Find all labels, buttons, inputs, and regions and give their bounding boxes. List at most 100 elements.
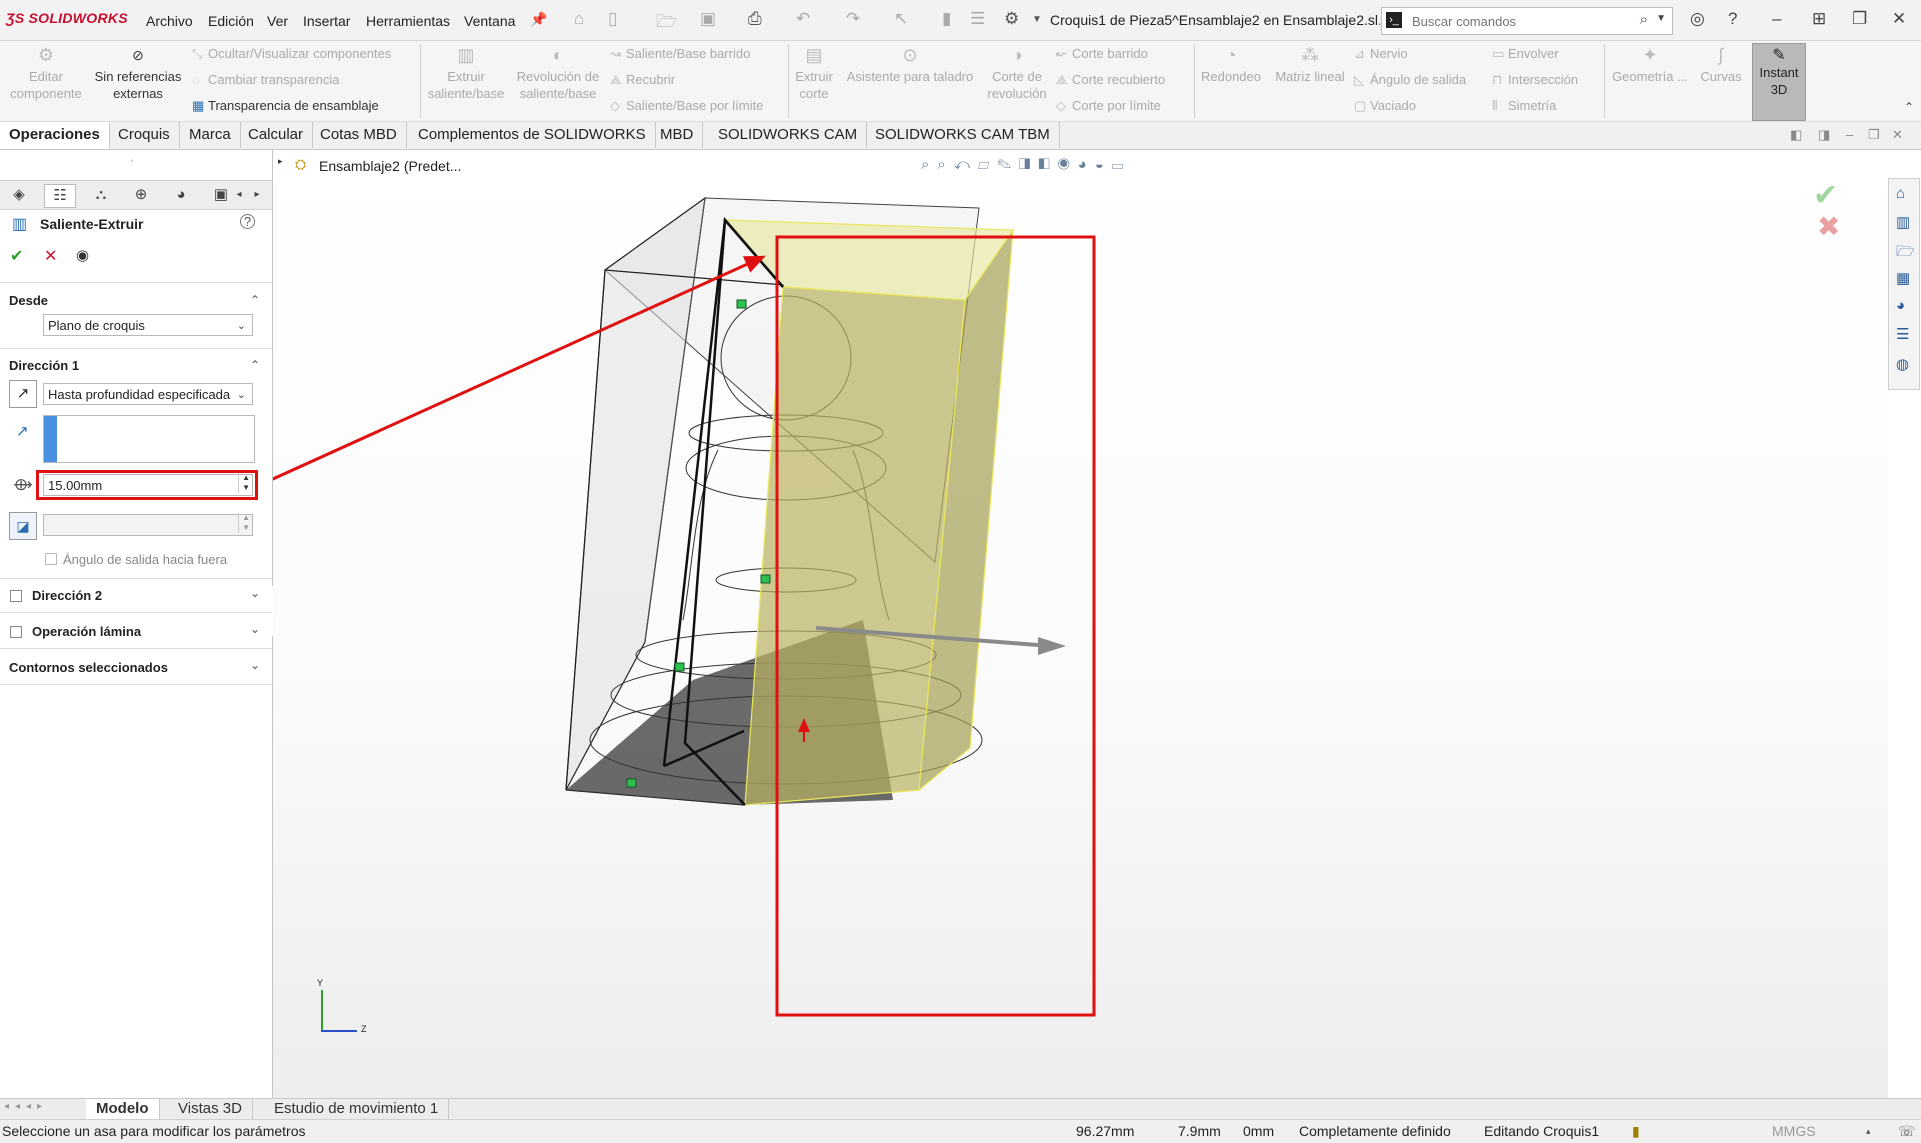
ok-check-icon[interactable]: ✔ (10, 246, 23, 266)
print-icon[interactable]: ⎙ (748, 9, 762, 29)
display-manager-tab-icon[interactable]: ◕ (166, 184, 196, 206)
pane-left-icon[interactable]: ◧ (1790, 127, 1802, 143)
property-manager-tab-icon[interactable]: ☷ (44, 184, 76, 208)
reverse-direction-icon[interactable]: ↗ (9, 380, 37, 408)
desde-section-header[interactable]: Desde (9, 293, 48, 308)
cambiar-transparencia-button[interactable]: ◌ Cambiar transparencia (192, 72, 340, 87)
quick-tips-icon[interactable]: ☏ (1898, 1123, 1916, 1140)
redondeo-button[interactable]: ◔ Redondeo (1196, 46, 1266, 85)
contornos-section-header[interactable]: Contornos seleccionados (9, 660, 168, 675)
file-properties-icon[interactable]: ☰ (970, 9, 985, 29)
nervio-button[interactable]: ⊿ Nervio (1354, 46, 1408, 62)
tile-icon[interactable]: ⊞ (1812, 9, 1826, 29)
operacion-lamina-section-header[interactable]: Operación lámina (32, 624, 141, 639)
direction-reference-box[interactable] (43, 415, 255, 463)
corte-recubierto-button[interactable]: ⟁ Corte recubierto (1056, 72, 1165, 88)
direccion1-section-header[interactable]: Dirección 1 (9, 358, 79, 373)
collapse-ribbon-icon[interactable]: ⌃ (1904, 100, 1914, 114)
transparencia-ensamblaje-button[interactable]: ▦ Transparencia de ensamblaje (192, 98, 379, 114)
help-icon[interactable]: ? (1728, 9, 1737, 29)
tab-cotas-mbd[interactable]: Cotas MBD (311, 122, 407, 148)
configuration-manager-tab-icon[interactable]: ⛬ (86, 184, 116, 206)
tab-estudio-movimiento[interactable]: Estudio de movimiento 1 (264, 1099, 450, 1119)
menu-insertar[interactable]: Insertar (303, 13, 350, 29)
new-document-icon[interactable]: ▯ (608, 9, 617, 29)
desde-select[interactable]: Plano de croquis ⌄ (43, 314, 253, 336)
save-icon[interactable]: ▣ (700, 9, 716, 29)
undo-icon[interactable]: ↶ (796, 9, 810, 29)
tab-complementos[interactable]: Complementos de SOLIDWORKS (409, 122, 656, 148)
pin-icon[interactable]: 📌 (530, 11, 547, 28)
curvas-button[interactable]: ∫ Curvas (1694, 46, 1748, 85)
corte-revolucion-button[interactable]: ◑ Corte de revolución (984, 46, 1050, 102)
solidworks-resources-home-icon[interactable]: ⌂ (1896, 185, 1905, 202)
panel-grip-icon[interactable]: ◦ (130, 156, 134, 167)
simetria-button[interactable]: ⫴ Simetría (1492, 98, 1556, 114)
direccion2-checkbox[interactable] (10, 590, 22, 602)
solidworks-forum-icon[interactable]: ◍ (1896, 355, 1909, 373)
angulo-salida-button[interactable]: ◺ Ángulo de salida (1354, 72, 1466, 88)
appearances-icon[interactable]: ◕ (1896, 297, 1905, 314)
menu-ventana[interactable]: Ventana (464, 13, 515, 29)
scroll-left-icon[interactable]: ◂ (232, 184, 246, 206)
tab-scroll-arrows-icon[interactable]: ◂◂◂▸ (4, 1101, 48, 1112)
corte-limite-button[interactable]: ◇ Corte por límite (1056, 98, 1161, 114)
menu-ver[interactable]: Ver (267, 13, 288, 29)
chevron-down-icon[interactable]: ⌄ (250, 658, 260, 672)
close-window-icon[interactable]: ✕ (1892, 9, 1906, 29)
sin-referencias-button[interactable]: ⊘ Sin referencias externas (92, 47, 184, 102)
tab-vistas-3d[interactable]: Vistas 3D (168, 1099, 253, 1119)
extruir-button[interactable]: ▥ Extruir saliente/base (424, 46, 508, 102)
interseccion-button[interactable]: ⊓ Intersección (1492, 72, 1578, 88)
tab-mbd[interactable]: MBD (651, 122, 704, 148)
pane-close-icon[interactable]: ✕ (1892, 127, 1903, 143)
graphics-area[interactable]: ▸ ⛭ Ensamblaje2 (Predet... ⌕⌕↶▱✎◨◧◉◕◒▭ ✔… (273, 150, 1888, 1098)
design-library-icon[interactable]: ▥ (1896, 213, 1910, 231)
direccion2-section-header[interactable]: Dirección 2 (32, 588, 102, 603)
recubrir-button[interactable]: ⟁ Recubrir (610, 72, 675, 88)
tab-operaciones[interactable]: Operaciones (0, 122, 110, 149)
spin-arrows-icon[interactable]: ▲ ▼ (238, 473, 250, 493)
solidworks-logo[interactable]: ƷS SOLIDWORKS (6, 10, 128, 26)
search-input[interactable] (1410, 13, 1624, 30)
tab-solidworks-cam-tbm[interactable]: SOLIDWORKS CAM TBM (866, 122, 1060, 148)
options-gear-icon[interactable]: ⚙ (1004, 9, 1019, 29)
view-palette-icon[interactable]: ▦ (1896, 269, 1910, 287)
options-dropdown-icon[interactable]: ▼ (1032, 14, 1042, 25)
pane-minimize-icon[interactable]: – (1846, 127, 1853, 142)
asistente-taladro-button[interactable]: ⊙ Asistente para taladro (840, 46, 980, 85)
corte-barrido-button[interactable]: ↜ Corte barrido (1056, 46, 1148, 62)
home-icon[interactable]: ⌂ (574, 9, 584, 29)
extruir-corte-button[interactable]: ▤ Extruir corte (792, 46, 836, 102)
vaciado-button[interactable]: ▢ Vaciado (1354, 98, 1416, 114)
search-icon[interactable]: ⌕ (1640, 11, 1648, 28)
menu-edicion[interactable]: Edición (208, 13, 254, 29)
cancel-x-icon[interactable]: ✕ (44, 246, 57, 266)
geometria-button[interactable]: ✦ Geometría ... (1608, 46, 1692, 85)
file-explorer-icon[interactable]: 🗁 (1896, 241, 1915, 266)
matriz-lineal-button[interactable]: ⁂ Matriz lineal (1270, 46, 1350, 85)
chevron-up-icon[interactable]: ⌃ (250, 358, 260, 372)
restore-icon[interactable]: ❐ (1852, 9, 1867, 29)
pane-right-icon[interactable]: ◨ (1818, 127, 1830, 143)
instant-3d-button[interactable]: ✎ Instant 3D (1752, 43, 1806, 121)
tab-modelo[interactable]: Modelo (86, 1099, 160, 1119)
help-icon[interactable]: ? (240, 214, 255, 229)
draft-outward-checkbox[interactable] (45, 553, 57, 565)
tab-solidworks-cam[interactable]: SOLIDWORKS CAM (709, 122, 868, 148)
menu-archivo[interactable]: Archivo (146, 13, 193, 29)
saliente-limite-button[interactable]: ◇ Saliente/Base por límite (610, 98, 763, 114)
pane-restore-icon[interactable]: ❐ (1868, 127, 1880, 143)
tab-marca[interactable]: Marca (180, 122, 241, 148)
ocultar-button[interactable]: ⤡ Ocultar/Visualizar componentes (192, 46, 391, 62)
editar-componente-button[interactable]: ⚙ Editar componente (2, 46, 90, 102)
depth-input[interactable]: 15.00mm ▲ ▼ (43, 473, 253, 496)
rebuild-indicator-icon[interactable]: ▮ (1632, 1123, 1640, 1140)
rebuild-icon[interactable]: ▮ (942, 9, 951, 29)
spin-arrows-icon[interactable]: ▲ ▼ (238, 513, 250, 533)
tab-croquis[interactable]: Croquis (109, 122, 180, 148)
preview-eye-icon[interactable]: ◉ (76, 246, 89, 264)
search-box[interactable]: ›_ ⌕ ▼ (1381, 7, 1673, 35)
envolver-button[interactable]: ▭ Envolver (1492, 46, 1559, 62)
end-condition-select[interactable]: Hasta profundidad especificada ⌄ (43, 383, 253, 405)
